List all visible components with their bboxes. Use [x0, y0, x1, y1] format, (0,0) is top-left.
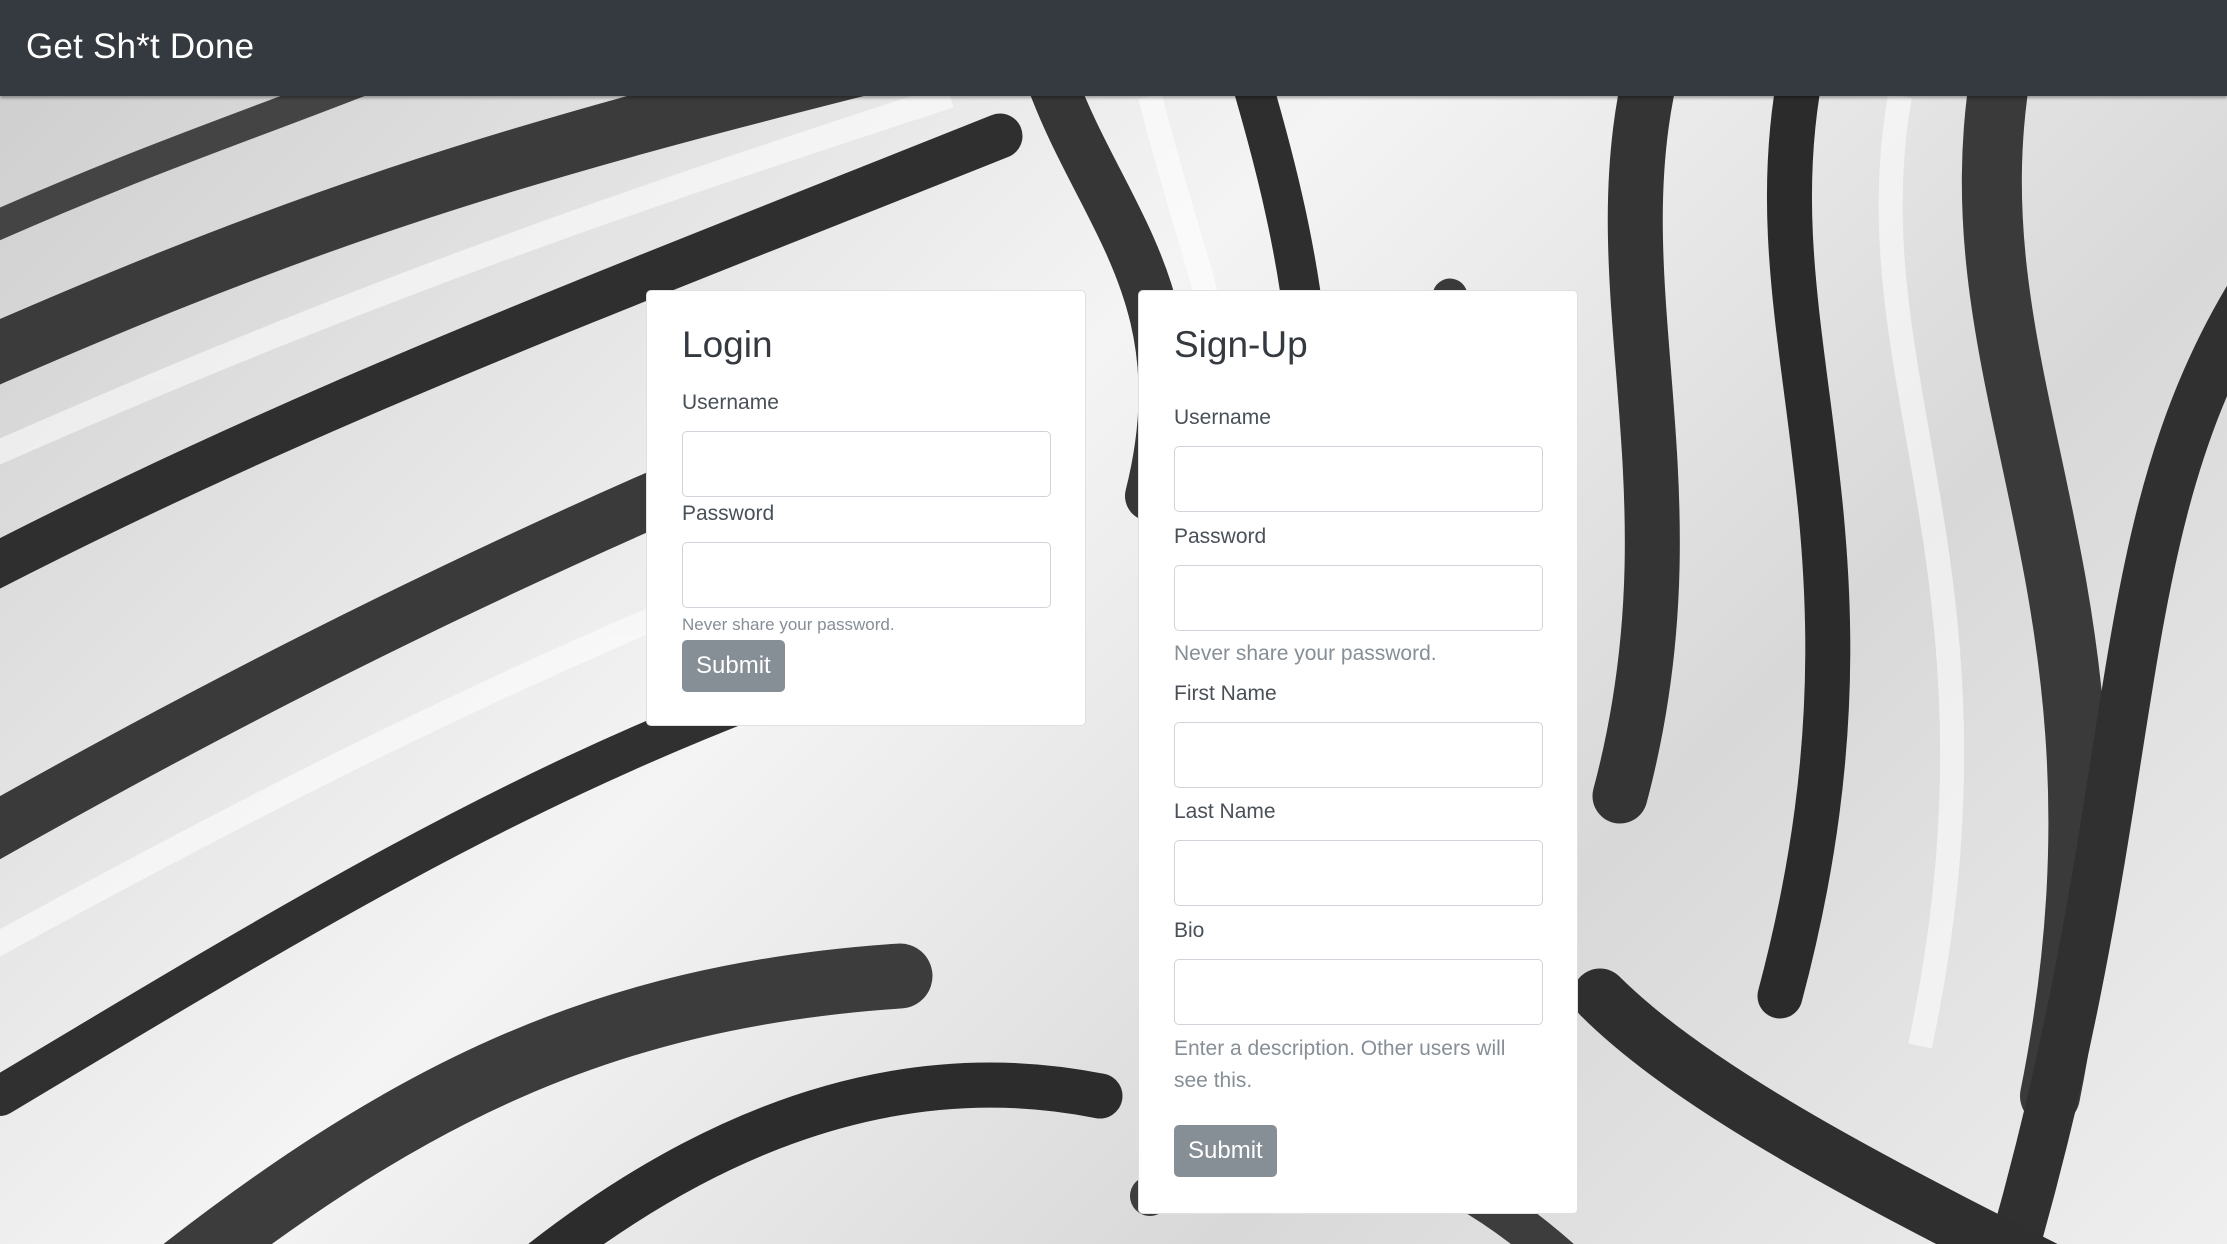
signup-title: Sign-Up: [1174, 324, 1308, 365]
signup-first-name-input[interactable]: [1174, 722, 1543, 788]
signup-bio-input[interactable]: [1174, 959, 1543, 1025]
signup-bio-label: Bio: [1174, 919, 1205, 942]
signup-first-name-label: First Name: [1174, 682, 1277, 705]
login-password-label: Password: [682, 502, 775, 525]
brand-link[interactable]: Get Sh*t Done: [26, 22, 254, 72]
signup-bio-help: Enter a description. Other users will se…: [1174, 1037, 1506, 1092]
login-submit-button[interactable]: Submit: [682, 640, 785, 692]
signup-last-name-label: Last Name: [1174, 800, 1276, 823]
signup-card: Sign-Up Username Password Never share yo…: [1138, 290, 1578, 1214]
signup-last-name-input[interactable]: [1174, 840, 1543, 906]
login-password-input[interactable]: [682, 542, 1051, 608]
login-card: Login Username Password Never share your…: [646, 290, 1086, 726]
signup-submit-button[interactable]: Submit: [1174, 1125, 1277, 1177]
login-password-help: Never share your password.: [682, 615, 895, 634]
background-image: [0, 96, 2227, 1244]
top-navbar: Get Sh*t Done: [0, 0, 2227, 96]
signup-username-input[interactable]: [1174, 446, 1543, 512]
wave-pattern-graphic: [0, 96, 2227, 1244]
signup-password-input[interactable]: [1174, 565, 1543, 631]
login-username-input[interactable]: [682, 431, 1051, 497]
signup-username-label: Username: [1174, 406, 1271, 429]
login-title: Login: [682, 324, 773, 365]
login-username-label: Username: [682, 391, 779, 414]
signup-password-label: Password: [1174, 525, 1267, 548]
signup-password-help: Never share your password.: [1174, 642, 1437, 665]
